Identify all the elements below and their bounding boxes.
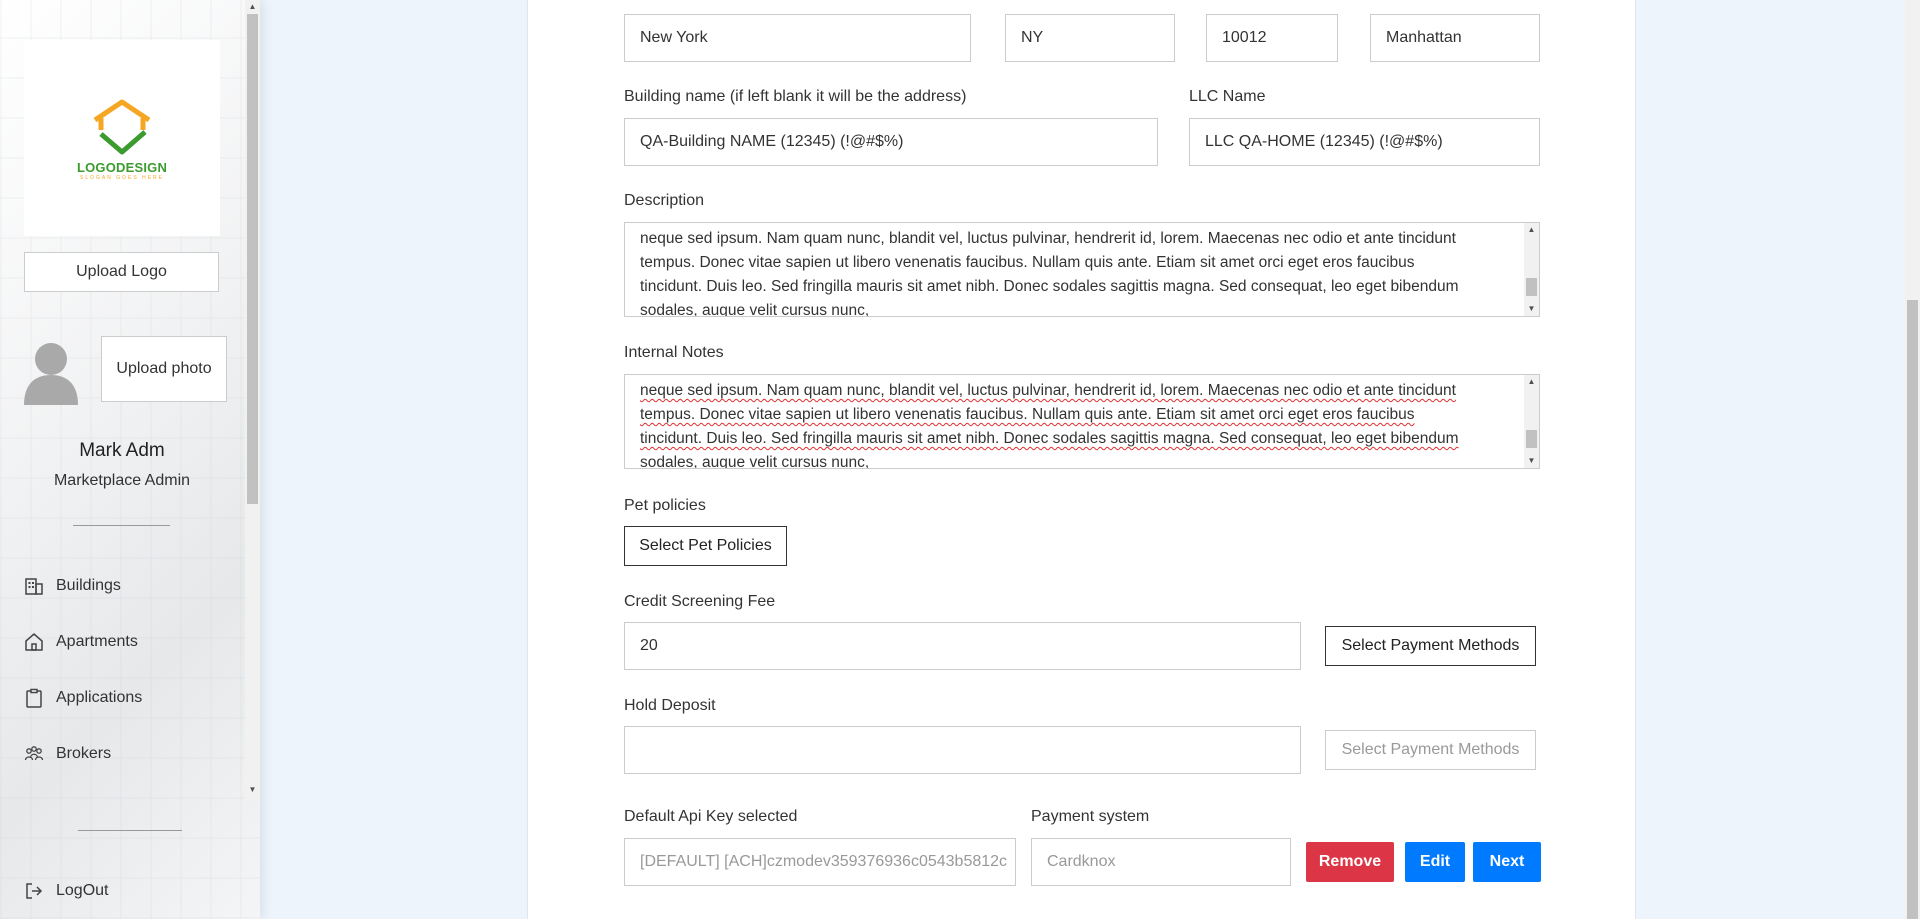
building-name-label: Building name (if left blank it will be … bbox=[624, 88, 967, 105]
building-name-field[interactable]: QA-Building NAME (12345) (!@#$%) bbox=[624, 118, 1158, 166]
upload-photo-button[interactable]: Upload photo bbox=[101, 336, 227, 402]
internal-notes-textarea[interactable]: neque sed ipsum. Nam quam nunc, blandit … bbox=[624, 374, 1540, 469]
hold-deposit-label: Hold Deposit bbox=[624, 697, 716, 714]
select-payment-methods-button[interactable]: Select Payment Methods bbox=[1325, 626, 1536, 666]
sidebar-item-applications[interactable]: Applications bbox=[24, 683, 142, 713]
logout-link[interactable]: LogOut bbox=[24, 876, 108, 906]
sidebar-item-label: Brokers bbox=[56, 745, 112, 762]
hold-deposit-field[interactable] bbox=[624, 726, 1301, 774]
sidebar-item-label: Applications bbox=[56, 689, 143, 706]
payment-system-field: Cardknox bbox=[1031, 838, 1291, 886]
scrollbar-thumb[interactable] bbox=[1907, 300, 1918, 919]
description-label: Description bbox=[624, 192, 705, 209]
divider bbox=[78, 830, 182, 831]
default-api-key-field: [DEFAULT] [ACH]czmodev359376936c0543b581… bbox=[624, 838, 1016, 886]
upload-logo-button[interactable]: Upload Logo bbox=[24, 252, 219, 292]
clipboard-icon bbox=[24, 688, 44, 708]
notes-line: tempus. Donec vitae sapien ut libero ven… bbox=[640, 406, 1415, 423]
scroll-down-arrow-icon[interactable]: ▼ bbox=[1524, 454, 1539, 468]
default-api-key-label: Default Api Key selected bbox=[624, 808, 798, 825]
select-payment-methods-button-disabled: Select Payment Methods bbox=[1325, 730, 1536, 770]
credit-screening-fee-label: Credit Screening Fee bbox=[624, 593, 776, 610]
user-role: Marketplace Admin bbox=[53, 472, 191, 489]
notes-line: neque sed ipsum. Nam quam nunc, blandit … bbox=[640, 382, 1456, 399]
description-line: tincidunt. Duis leo. Sed fringilla mauri… bbox=[640, 278, 1459, 295]
description-textarea[interactable]: neque sed ipsum. Nam quam nunc, blandit … bbox=[624, 222, 1540, 317]
scroll-down-arrow-icon[interactable]: ▼ bbox=[245, 783, 260, 797]
building-form-panel: New York NY 10012 Manhattan Building nam… bbox=[527, 0, 1636, 919]
scroll-up-arrow-icon[interactable]: ▲ bbox=[1524, 223, 1539, 237]
city-field[interactable]: New York bbox=[624, 14, 971, 62]
notes-line: tincidunt. Duis leo. Sed fringilla mauri… bbox=[640, 430, 1459, 447]
home-icon bbox=[24, 632, 44, 652]
sidebar: LOGODESIGN SLOGAN GOES HERE Upload Logo … bbox=[0, 0, 260, 919]
logout-icon bbox=[24, 881, 44, 901]
sidebar-item-buildings[interactable]: Buildings bbox=[24, 571, 121, 601]
sidebar-scrollbar[interactable]: ▲ ▼ bbox=[245, 0, 260, 800]
divider bbox=[73, 525, 170, 526]
description-line: tempus. Donec vitae sapien ut libero ven… bbox=[640, 254, 1415, 271]
zip-field[interactable]: 10012 bbox=[1206, 14, 1338, 62]
llc-name-field[interactable]: LLC QA-HOME (12345) (!@#$%) bbox=[1189, 118, 1540, 166]
user-name: Mark Adm bbox=[79, 440, 165, 461]
description-line: sodales, augue velit cursus nunc, bbox=[640, 302, 870, 317]
payment-system-label: Payment system bbox=[1031, 808, 1150, 825]
remove-button[interactable]: Remove bbox=[1306, 842, 1394, 882]
page-scrollbar[interactable] bbox=[1905, 0, 1920, 919]
logo-house-icon bbox=[93, 99, 151, 154]
sidebar-item-brokers[interactable]: Brokers bbox=[24, 739, 111, 769]
scrollbar-thumb[interactable] bbox=[247, 14, 258, 504]
notes-line: sodales, augue velit cursus nunc, bbox=[640, 454, 870, 469]
building-icon bbox=[24, 576, 44, 596]
company-logo: LOGODESIGN SLOGAN GOES HERE bbox=[24, 40, 220, 236]
pet-policies-label: Pet policies bbox=[624, 497, 706, 514]
select-pet-policies-button[interactable]: Select Pet Policies bbox=[624, 526, 787, 566]
edit-button[interactable]: Edit bbox=[1405, 842, 1465, 882]
scroll-up-arrow-icon[interactable]: ▲ bbox=[1524, 375, 1539, 389]
textarea-scrollbar[interactable]: ▲ ▼ bbox=[1524, 375, 1539, 468]
scroll-down-arrow-icon[interactable]: ▼ bbox=[1524, 302, 1539, 316]
avatar bbox=[18, 335, 84, 405]
state-field[interactable]: NY bbox=[1005, 14, 1175, 62]
avatar-placeholder-icon bbox=[24, 343, 78, 405]
llc-name-label: LLC Name bbox=[1189, 88, 1266, 105]
scroll-up-arrow-icon[interactable]: ▲ bbox=[245, 0, 260, 14]
description-line: neque sed ipsum. Nam quam nunc, blandit … bbox=[640, 230, 1456, 247]
scrollbar-thumb[interactable] bbox=[1526, 278, 1537, 296]
internal-notes-label: Internal Notes bbox=[624, 344, 724, 361]
neighborhood-field[interactable]: Manhattan bbox=[1370, 14, 1540, 62]
next-button[interactable]: Next bbox=[1473, 842, 1541, 882]
logo-slogan: SLOGAN GOES HERE bbox=[80, 174, 164, 181]
logo-text: LOGODESIGN bbox=[76, 159, 168, 175]
logout-label: LogOut bbox=[56, 882, 109, 899]
people-icon bbox=[24, 744, 44, 764]
textarea-scrollbar[interactable]: ▲ ▼ bbox=[1524, 223, 1539, 316]
sidebar-item-apartments[interactable]: Apartments bbox=[24, 627, 138, 657]
sidebar-item-label: Buildings bbox=[56, 577, 121, 594]
credit-screening-fee-field[interactable]: 20 bbox=[624, 622, 1301, 670]
scrollbar-thumb[interactable] bbox=[1526, 430, 1537, 448]
sidebar-item-label: Apartments bbox=[56, 633, 138, 650]
